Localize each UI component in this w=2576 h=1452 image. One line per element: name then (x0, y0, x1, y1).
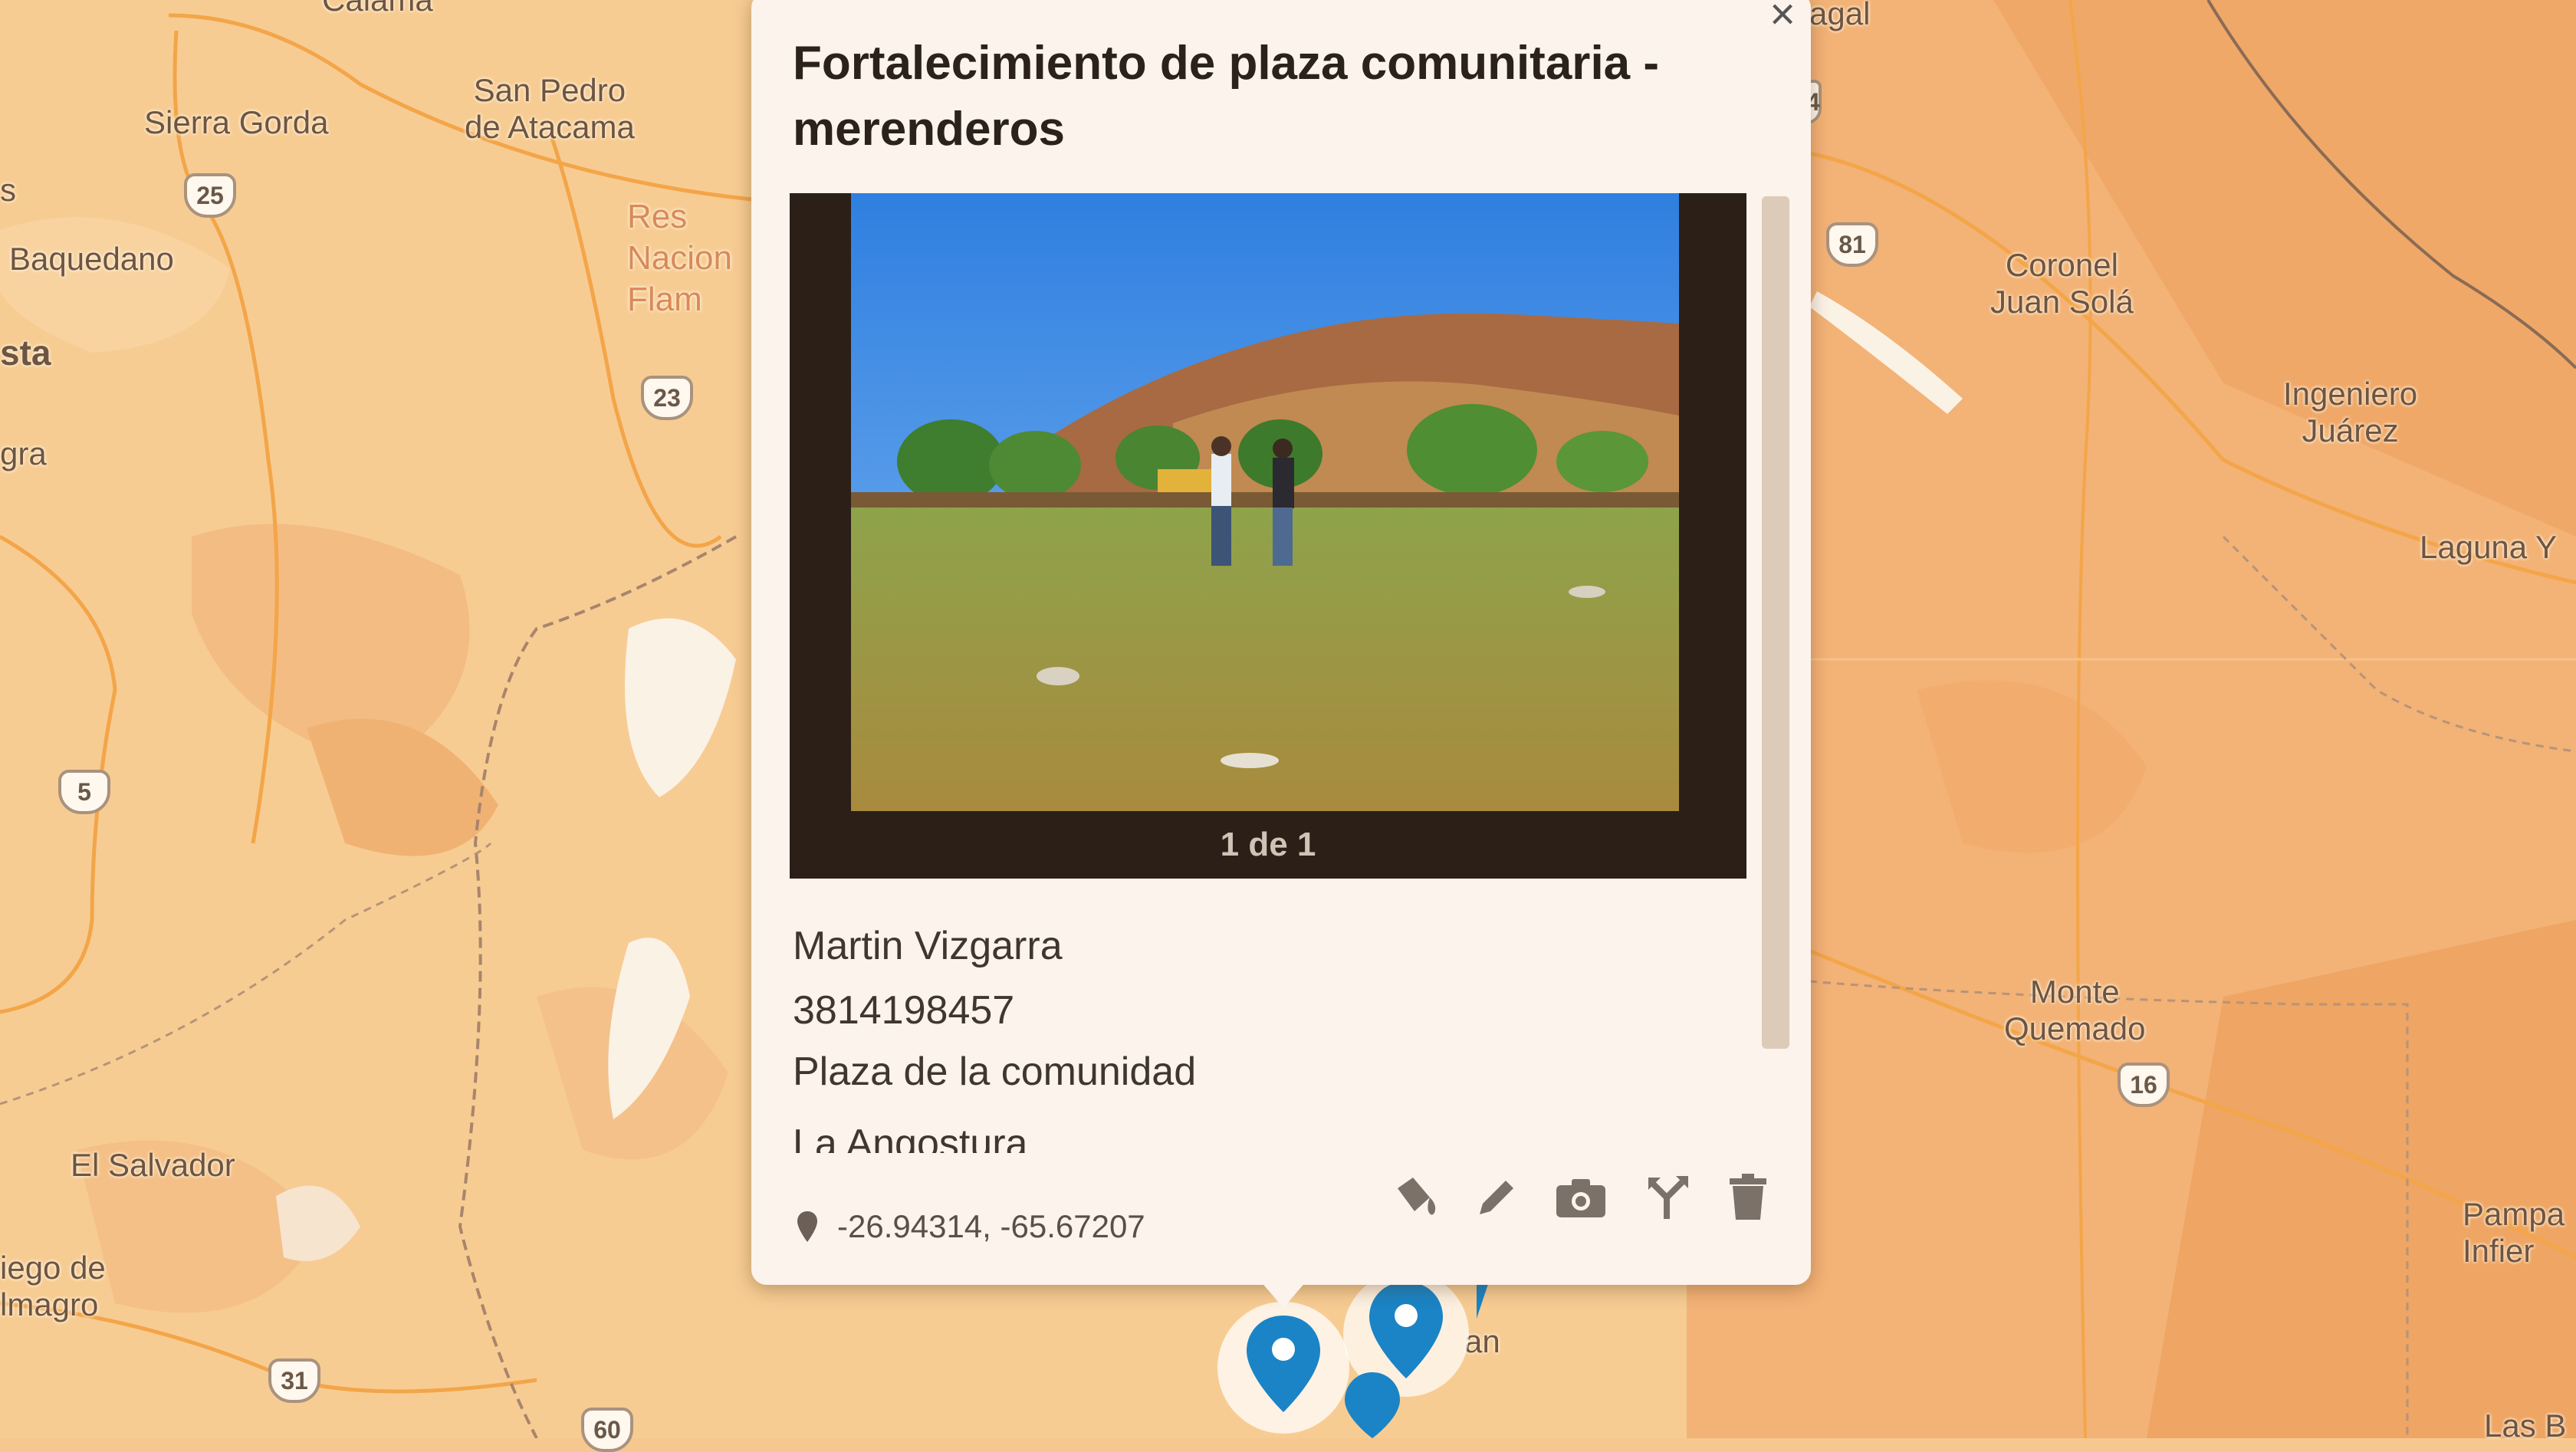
route-shield: 81 (1826, 222, 1878, 267)
photo-gallery[interactable]: 1 de 1 (790, 193, 1746, 879)
coordinates-row: -26.94314, -65.67207 (796, 1202, 1145, 1251)
trash-icon[interactable] (1720, 1170, 1776, 1225)
map-label-san-pedro: San Pedro de Atacama (465, 72, 635, 145)
pencil-icon[interactable] (1469, 1170, 1524, 1225)
map-label-laguna: Laguna Y (2420, 529, 2558, 565)
map-label-reserva: Res Nacion Flam (627, 198, 732, 318)
popup-scrollbar[interactable] (1762, 196, 1789, 1049)
info-contact-name: Martin Vizgarra (793, 924, 1063, 968)
route-shield: 25 (184, 173, 236, 218)
camera-icon[interactable] (1553, 1170, 1608, 1225)
coordinates-text: -26.94314, -65.67207 (837, 1208, 1145, 1244)
location-pin-icon (797, 1211, 817, 1242)
map-label-ingeniero-juarez: Ingeniero Juárez (2283, 376, 2418, 448)
route-shield: 60 (581, 1408, 633, 1452)
map-label-el-salvador: El Salvador (71, 1147, 235, 1183)
map-label-pampa: Pampa Infier (2463, 1196, 2565, 1269)
photo[interactable] (851, 193, 1679, 811)
map-label-s: s (0, 172, 16, 208)
route-shield: 23 (641, 376, 693, 420)
route-split-icon[interactable] (1641, 1170, 1696, 1225)
route-shield: 16 (2118, 1063, 2170, 1107)
map-label-coronel-juan-sola: Coronel Juan Solá (1990, 247, 2134, 320)
popup-title: Fortalecimiento de plaza comunitaria - m… (793, 37, 1660, 156)
info-clip: La Angostura (793, 1104, 1736, 1153)
map-marker-pin[interactable] (1326, 1372, 1418, 1438)
close-icon[interactable]: × (1763, 0, 1802, 37)
map-label-diego-de-almagro: iego de lmagro (0, 1250, 106, 1322)
map-label-sta: sta (0, 333, 51, 373)
map-label-baquedano: Baquedano (9, 241, 174, 277)
map-label-gra: gra (0, 435, 47, 471)
paint-bucket-icon[interactable] (1389, 1170, 1444, 1225)
info-place: Plaza de la comunidad (793, 1050, 1197, 1094)
popup-tail (1256, 1276, 1311, 1308)
map-label-las-b: Las B (2484, 1408, 2567, 1444)
map-label-monte-quemado: Monte Quemado (2004, 974, 2146, 1046)
map-label-sagal: agal (1809, 0, 1871, 31)
map-label-calama: Calama (322, 0, 433, 18)
gallery-counter: 1 de 1 (1220, 826, 1316, 863)
map-label-sierra-gorda: Sierra Gorda (144, 104, 329, 140)
info-phone: 3814198457 (793, 988, 1015, 1033)
info-locality: La Angostura (793, 1122, 1028, 1153)
route-shield: 5 (58, 770, 110, 814)
route-shield: 31 (268, 1358, 320, 1403)
